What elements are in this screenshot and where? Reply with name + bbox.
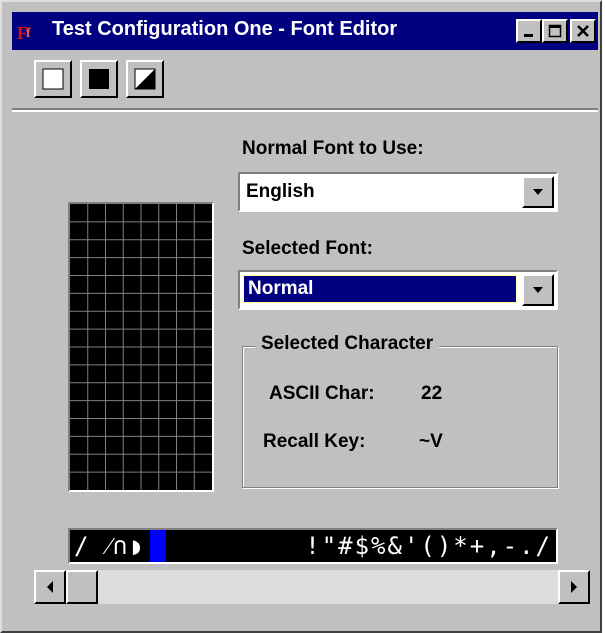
scroll-left-button[interactable] xyxy=(34,570,66,604)
black-square-icon xyxy=(89,69,109,89)
chevron-down-icon xyxy=(533,287,543,293)
white-fill-button[interactable] xyxy=(34,60,72,98)
arrow-right-icon xyxy=(571,581,577,593)
invert-button[interactable] xyxy=(126,60,164,98)
svg-text:f: f xyxy=(26,26,31,41)
white-square-icon xyxy=(42,68,64,90)
selected-font-value: Normal xyxy=(243,275,517,303)
horizontal-scrollbar[interactable] xyxy=(34,570,590,604)
selected-font-dropdown-button[interactable] xyxy=(522,274,554,306)
selected-character-group: Selected Character ASCII Char: 22 Recall… xyxy=(242,333,558,488)
selected-character-title: Selected Character xyxy=(255,333,440,355)
pixel-grid-editor[interactable] xyxy=(68,202,214,492)
font-editor-window: F f Test Configuration One - Font Editor… xyxy=(0,0,602,633)
pixel-grid[interactable] xyxy=(70,204,212,490)
strip-left-glyphs: / ⁄∩◗ xyxy=(74,532,146,560)
close-icon xyxy=(577,25,589,37)
normal-font-dropdown-button[interactable] xyxy=(522,176,554,208)
minimize-button[interactable] xyxy=(516,19,542,43)
normal-font-value: English xyxy=(246,181,315,202)
recall-key-label: Recall Key: xyxy=(263,431,366,452)
strip-right-glyphs: !"#$%&'()*+,-./ xyxy=(305,532,552,560)
window-title: Test Configuration One - Font Editor xyxy=(52,18,398,40)
black-fill-button[interactable] xyxy=(80,60,118,98)
close-button[interactable] xyxy=(570,19,596,43)
scroll-thumb[interactable] xyxy=(66,570,98,604)
scroll-right-button[interactable] xyxy=(558,570,590,604)
toolbar-separator xyxy=(12,108,598,112)
app-icon[interactable]: F f xyxy=(16,21,38,43)
ascii-char-label: ASCII Char: xyxy=(269,383,375,404)
selected-font-label: Selected Font: xyxy=(242,238,373,259)
ascii-char-value: 22 xyxy=(421,383,443,404)
minimize-icon xyxy=(524,34,533,37)
selected-font-dropdown[interactable]: Normal xyxy=(238,270,558,310)
selected-character-highlight[interactable] xyxy=(150,530,166,562)
character-strip[interactable]: / ⁄∩◗ !"#$%&'()*+,-./ xyxy=(68,528,558,564)
maximize-button[interactable] xyxy=(542,19,568,43)
maximize-icon xyxy=(548,24,562,38)
half-square-icon xyxy=(134,68,156,90)
normal-font-dropdown[interactable]: English xyxy=(238,172,558,212)
recall-key-value: ~V xyxy=(419,431,443,452)
arrow-left-icon xyxy=(47,581,53,593)
chevron-down-icon xyxy=(533,189,543,195)
normal-font-label: Normal Font to Use: xyxy=(242,138,424,159)
title-bar[interactable]: F f Test Configuration One - Font Editor xyxy=(12,12,598,50)
